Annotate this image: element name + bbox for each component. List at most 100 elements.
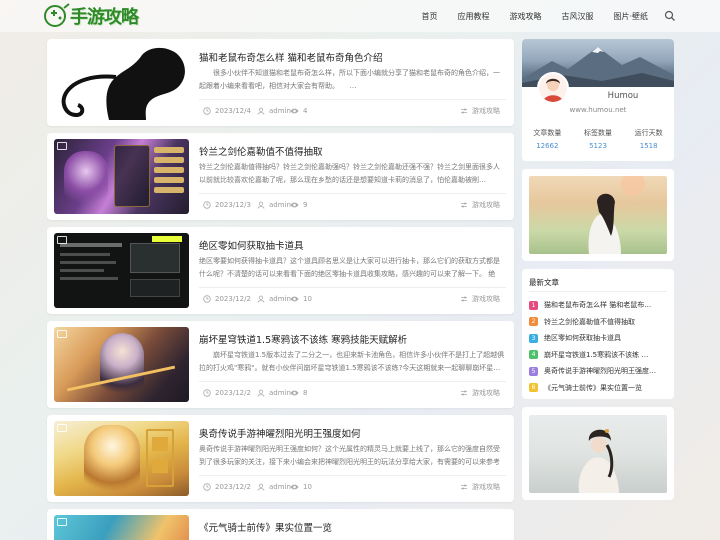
- clock-icon: [203, 295, 211, 303]
- nav-hanfu[interactable]: 古风汉服: [561, 11, 593, 22]
- eye-icon: [290, 108, 299, 114]
- post-thumbnail[interactable]: [54, 139, 189, 214]
- rank-badge: 3: [529, 333, 538, 343]
- post-category[interactable]: 游戏攻略: [460, 294, 500, 304]
- post-author[interactable]: admin: [257, 106, 291, 116]
- post-card[interactable]: 奥奇传说手游神曜烈阳光明王强度如何 奥奇传说手游神曜烈阳光明王强度如何？这个光属…: [47, 415, 514, 502]
- latest-item-title: 《元气骑士前传》果实位置一览: [544, 383, 642, 392]
- post-date-text: 2023/12/3: [215, 201, 251, 209]
- post-category-text: 游戏攻略: [472, 389, 500, 397]
- clock-icon: [203, 389, 211, 397]
- controller-icon: [44, 3, 70, 27]
- sliders-icon: [461, 296, 467, 302]
- stat-articles: 文章数量 12662: [522, 128, 573, 150]
- user-icon: [257, 295, 265, 303]
- post-author[interactable]: admin: [257, 294, 291, 304]
- portrait-image: [529, 415, 667, 493]
- post-author[interactable]: admin: [257, 200, 291, 210]
- user-icon: [257, 483, 265, 491]
- post-thumbnail[interactable]: [54, 233, 189, 308]
- post-title[interactable]: 崩坏星穹铁道1.5寒鸦该不该练 寒鸦技能天赋解析: [199, 332, 504, 346]
- avatar[interactable]: [537, 72, 569, 104]
- sidebar-image-card[interactable]: [522, 407, 674, 500]
- nav-wallpapers[interactable]: 图片·壁纸: [613, 11, 648, 22]
- post-excerpt: 崩坏星穹铁道1.5版本过去了二分之一，也迎来新卡池角色，相信许多小伙伴不是打上了…: [199, 351, 505, 372]
- post-author-text: admin: [269, 389, 291, 397]
- post-excerpt: 铃兰之剑伦嘉勒值得抽吗？铃兰之剑伦嘉勒强吗？铃兰之剑伦嘉勒还强不强？铃兰之剑里面…: [199, 163, 500, 184]
- post-title[interactable]: 奥奇传说手游神曜烈阳光明王强度如何: [199, 426, 504, 440]
- post-card[interactable]: 崩坏星穹铁道1.5寒鸦该不该练 寒鸦技能天赋解析 崩坏星穹铁道1.5版本过去了二…: [47, 321, 514, 408]
- author-profile-card: Humou www.humou.net 文章数量 12662 标签数量 5123…: [522, 39, 674, 161]
- post-views-text: 10: [303, 483, 312, 491]
- portrait-image: [529, 176, 667, 254]
- hanfu-figure-icon: [578, 429, 619, 493]
- clock-icon: [203, 107, 211, 115]
- post-date: 2023/12/2: [203, 482, 251, 492]
- post-excerpt: 很多小伙伴不知道猫和老鼠布奇怎么样，所以下面小编就分享了猫和老鼠布奇的角色介绍，…: [199, 69, 500, 90]
- divider: [199, 287, 506, 288]
- post-views: 10: [290, 482, 312, 492]
- sliders-icon: [461, 390, 467, 396]
- nav-app-tutorials[interactable]: 应用教程: [457, 11, 489, 22]
- post-card[interactable]: 猫和老鼠布奇怎么样 猫和老鼠布奇角色介绍 很多小伙伴不知道猫和老鼠布奇怎么样，所…: [47, 39, 514, 126]
- post-views: 10: [290, 294, 312, 304]
- eye-icon: [290, 484, 299, 490]
- post-author[interactable]: admin: [257, 388, 291, 398]
- post-category[interactable]: 游戏攻略: [460, 200, 500, 210]
- site-logo[interactable]: 手游攻略: [42, 1, 142, 31]
- latest-item-title: 奥奇传说手游神曜烈阳光明王强度…: [544, 367, 656, 376]
- user-avatar-icon: [539, 74, 567, 102]
- latest-item[interactable]: 6 《元气骑士前传》果实位置一览: [529, 380, 669, 397]
- latest-item[interactable]: 3 绝区零如何获取抽卡道具: [529, 330, 669, 347]
- latest-item[interactable]: 5 奥奇传说手游神曜烈阳光明王强度…: [529, 363, 669, 380]
- post-category[interactable]: 游戏攻略: [460, 482, 500, 492]
- post-title[interactable]: 铃兰之剑伦嘉勒值不值得抽取: [199, 144, 504, 158]
- post-thumbnail[interactable]: [54, 515, 189, 540]
- post-title[interactable]: 猫和老鼠布奇怎么样 猫和老鼠布奇角色介绍: [199, 50, 504, 64]
- post-author-text: admin: [269, 201, 291, 209]
- post-date: 2023/12/4: [203, 106, 251, 116]
- post-thumbnail[interactable]: [54, 327, 189, 402]
- latest-item[interactable]: 4 崩坏星穹铁道1.5寒鸦该不该练 …: [529, 347, 669, 364]
- post-excerpt: 奥奇传说手游神曜烈阳光明王强度如何？这个光属性的精灵马上就要上线了，那么它的强度…: [199, 445, 500, 466]
- post-views-text: 4: [303, 107, 308, 115]
- post-title[interactable]: 《元气骑士前传》果实位置一览: [199, 520, 504, 534]
- stat-days: 运行天数 1518: [623, 128, 674, 150]
- profile-site[interactable]: www.humou.net: [522, 106, 674, 114]
- eye-icon: [290, 296, 299, 302]
- post-card[interactable]: 绝区零如何获取抽卡道具 绝区零要如何获得抽卡道具？这个道具顾名思义是让大家可以进…: [47, 227, 514, 314]
- nav-game-guides[interactable]: 游戏攻略: [509, 11, 541, 22]
- woman-figure-icon: [588, 176, 645, 254]
- nav-home[interactable]: 首页: [421, 11, 437, 22]
- post-author[interactable]: admin: [257, 482, 291, 492]
- post-thumbnail[interactable]: [54, 421, 189, 496]
- post-date-text: 2023/12/2: [215, 483, 251, 491]
- image-icon: [57, 518, 67, 526]
- post-category-text: 游戏攻略: [472, 107, 500, 115]
- user-icon: [257, 389, 265, 397]
- sidebar-image-card[interactable]: [522, 169, 674, 261]
- post-category-text: 游戏攻略: [472, 295, 500, 303]
- post-thumbnail[interactable]: [54, 45, 189, 120]
- stat-label: 运行天数: [634, 129, 663, 137]
- post-excerpt: 绝区零要如何获得抽卡道具？这个道具顾名思义是让大家可以进行抽卡，那么它们的获取方…: [199, 257, 500, 278]
- stat-label: 文章数量: [533, 129, 562, 137]
- search-icon[interactable]: [664, 10, 676, 22]
- post-category[interactable]: 游戏攻略: [460, 388, 500, 398]
- eye-icon: [290, 202, 299, 208]
- main-nav: 首页 应用教程 游戏攻略 古风汉服 图片·壁纸: [401, 0, 676, 32]
- post-category[interactable]: 游戏攻略: [460, 106, 500, 116]
- post-title[interactable]: 绝区零如何获取抽卡道具: [199, 238, 504, 252]
- post-card[interactable]: 铃兰之剑伦嘉勒值不值得抽取 铃兰之剑伦嘉勒值得抽吗？铃兰之剑伦嘉勒强吗？铃兰之剑…: [47, 133, 514, 220]
- latest-item[interactable]: 2 铃兰之剑伦嘉勒值不值得抽取: [529, 314, 669, 331]
- post-views: 4: [290, 106, 307, 116]
- latest-item[interactable]: 1 猫和老鼠布奇怎么样 猫和老鼠布…: [529, 297, 669, 314]
- post-views: 8: [290, 388, 307, 398]
- latest-posts-list: 1 猫和老鼠布奇怎么样 猫和老鼠布… 2 铃兰之剑伦嘉勒值不值得抽取 3 绝区零如何获…: [529, 297, 669, 396]
- divider: [199, 99, 506, 100]
- post-card[interactable]: 《元气骑士前传》果实位置一览: [47, 509, 514, 540]
- stat-value: 12662: [536, 142, 559, 150]
- profile-stats: 文章数量 12662 标签数量 5123 运行天数 1518: [522, 128, 674, 150]
- cat-silhouette-image: [61, 47, 185, 120]
- post-views-text: 9: [303, 201, 308, 209]
